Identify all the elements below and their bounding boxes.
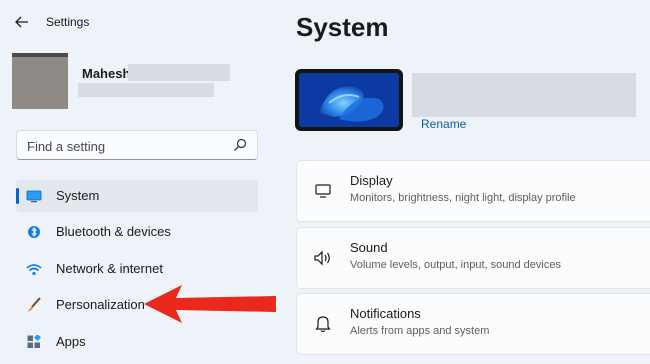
search-box[interactable] [16,130,258,160]
card-title: Sound [350,240,388,255]
rename-link[interactable]: Rename [421,117,466,131]
sidebar-item-system[interactable]: System [16,180,258,212]
user-name: Mahesh [82,66,131,81]
brush-icon [26,297,42,313]
sidebar-item-label: Apps [56,334,86,349]
card-title: Notifications [350,306,421,321]
sidebar-item-label: Bluetooth & devices [56,224,171,239]
search-input[interactable] [25,136,229,156]
display-icon [313,181,333,201]
apps-icon [26,334,42,350]
avatar [12,53,68,109]
speaker-icon [313,248,333,268]
pointer-arrow-icon [144,285,276,323]
card-sound[interactable]: Sound Volume levels, output, input, soun… [296,227,650,289]
card-title: Display [350,173,393,188]
monitor-icon [26,188,42,204]
back-button[interactable] [10,10,34,34]
sidebar-item-network[interactable]: Network & internet [16,253,258,285]
bell-icon [313,314,333,334]
sidebar-item-label: Network & internet [56,261,163,276]
wifi-icon [26,261,42,277]
card-display[interactable]: Display Monitors, brightness, night ligh… [296,160,650,222]
sidebar-item-label: Personalization [56,297,145,312]
sidebar-item-apps[interactable]: Apps [16,326,258,358]
back-arrow-icon [15,16,28,28]
redacted-name [128,64,230,81]
device-image [295,69,403,131]
card-notifications[interactable]: Notifications Alerts from apps and syste… [296,293,650,355]
card-subtitle: Monitors, brightness, night light, displ… [350,192,576,204]
card-subtitle: Volume levels, output, input, sound devi… [350,259,561,271]
bluetooth-icon [26,224,42,240]
sidebar-item-bluetooth[interactable]: Bluetooth & devices [16,216,258,248]
page-title: System [296,12,389,42]
redacted-device-name [412,73,636,117]
sidebar-item-label: System [56,188,100,203]
search-icon[interactable] [233,138,247,152]
redacted-email [78,83,214,97]
app-title: Settings [46,15,90,29]
card-subtitle: Alerts from apps and system [350,325,490,337]
active-indicator [16,188,19,204]
